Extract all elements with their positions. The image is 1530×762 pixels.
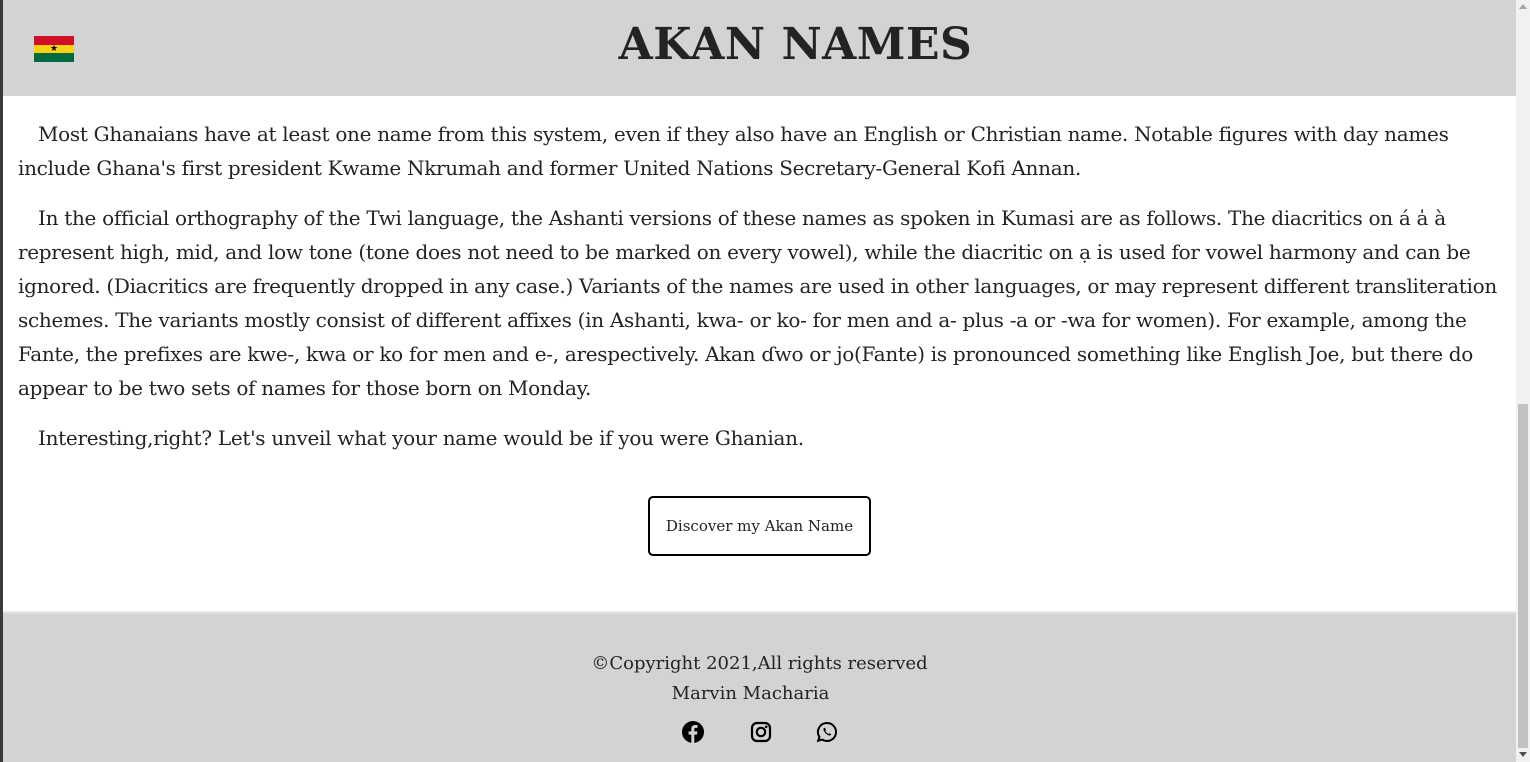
site-footer: ©Copyright 2021,All rights reserved Marv…	[3, 615, 1516, 762]
vertical-scrollbar[interactable]	[1516, 0, 1530, 762]
cta-container: Discover my Akan Name	[648, 496, 871, 556]
intro-paragraph-2: In the official orthography of the Twi l…	[18, 206, 1497, 400]
scroll-down-arrow-icon[interactable]	[1519, 752, 1527, 757]
main-content: Most Ghanaians have at least one name fr…	[18, 117, 1508, 471]
scroll-up-arrow-icon[interactable]	[1519, 4, 1527, 9]
author-name: Marvin Macharia	[671, 683, 830, 704]
whatsapp-icon[interactable]	[815, 720, 839, 744]
site-header: ★ AKAN NAMES	[3, 0, 1516, 96]
instagram-icon[interactable]	[749, 720, 773, 744]
intro-paragraph-1: Most Ghanaians have at least one name fr…	[18, 122, 1449, 180]
page-title: AKAN NAMES	[618, 19, 973, 70]
copyright-text: ©Copyright 2021,All rights reserved	[591, 653, 928, 674]
discover-akan-name-button[interactable]: Discover my Akan Name	[648, 496, 871, 556]
scrollbar-thumb[interactable]	[1518, 404, 1528, 748]
intro-paragraph-3: Interesting,right? Let's unveil what you…	[38, 426, 804, 450]
page: ★ AKAN NAMES Most Ghanaians have at leas…	[0, 0, 1530, 762]
facebook-icon[interactable]	[681, 720, 705, 744]
